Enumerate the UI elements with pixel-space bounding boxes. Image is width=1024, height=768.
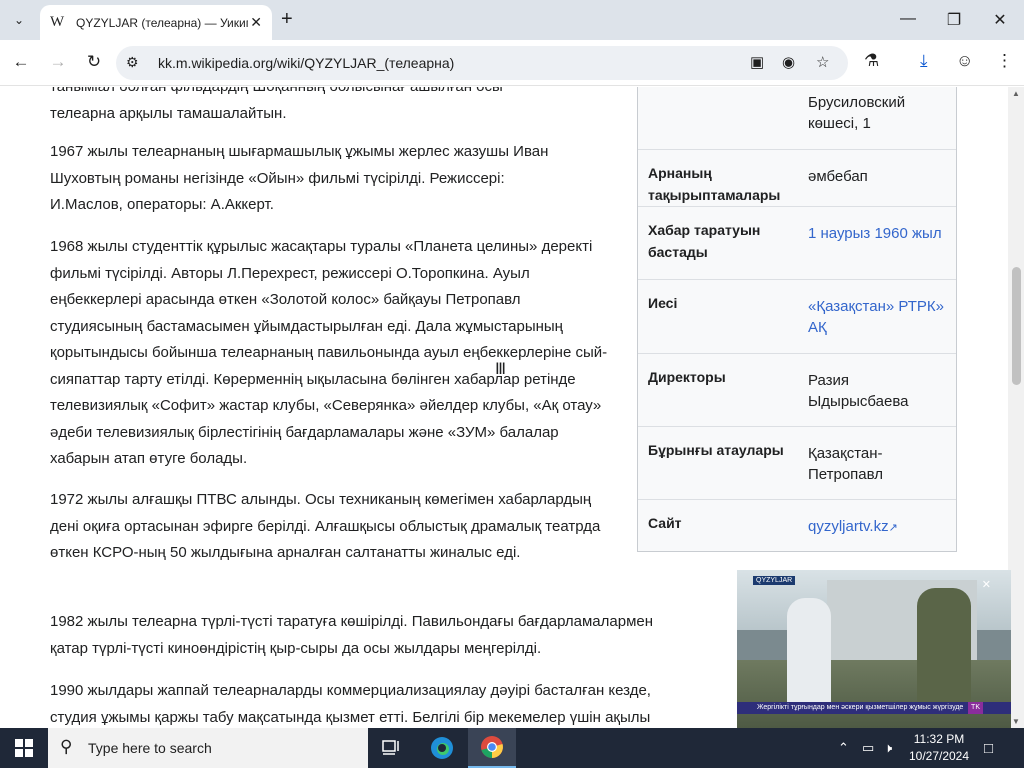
url-text[interactable]: kk.m.wikipedia.org/wiki/QYZYLJAR_(телеар…: [158, 55, 454, 71]
reload-icon[interactable]: ↻: [83, 52, 105, 72]
flask-icon[interactable]: ⚗: [864, 51, 879, 71]
taskbar-search-box[interactable]: ⚲ Type here to search: [48, 728, 368, 768]
search-icon: ⚲: [60, 737, 73, 756]
chevron-down-icon[interactable]: ⌄: [6, 7, 32, 33]
restore-icon[interactable]: ❐: [944, 10, 964, 30]
article-paragraph-1990: 1990 жылдары жаппай телеарналарды коммер…: [50, 678, 690, 728]
channel-tag: QYZYLJAR: [753, 576, 796, 585]
infobox-row: Бұрынғы атаулары Қазақстан-Петропавл: [638, 426, 956, 499]
infobox-row: Сайт qyzyljartv.kz↗: [638, 499, 956, 551]
close-window-icon[interactable]: ✕: [990, 10, 1010, 30]
search-placeholder: Type here to search: [88, 740, 212, 756]
close-tab-icon[interactable]: ✕: [250, 14, 262, 31]
network-icon[interactable]: ▭: [862, 740, 874, 756]
infobox-row: Хабар таратуын бастады 1 наурыз 1960 жыл: [638, 206, 956, 279]
channel-badge: TK: [968, 702, 983, 714]
browser-toolbar: ← → ↻ ⚙ kk.m.wikipedia.org/wiki/QYZYLJAR…: [0, 40, 1024, 86]
infobox-label: Арнаның тақырыптамалары: [648, 165, 781, 203]
scrollbar-thumb[interactable]: [1012, 267, 1021, 385]
kebab-menu-icon[interactable]: ⋮: [996, 51, 1013, 71]
paragraph: 1990 жылдары жаппай телеарналарды коммер…: [50, 682, 651, 726]
paragraph: телеарна арқылы тамашалайтын.: [50, 104, 287, 122]
infobox-label: [638, 87, 798, 149]
eye-off-icon[interactable]: ◉: [782, 53, 795, 71]
article-paragraph-1982: 1982 жылы телеарна түрлі-түсті таратуға …: [50, 609, 690, 662]
tab-strip: ⌄ W QYZYLJAR (телеарна) — Уикипедия ✕ + …: [0, 0, 1024, 40]
infobox-label: Иесі: [648, 295, 678, 311]
infobox-link[interactable]: «Қазақстан» РТРК» АҚ: [798, 280, 956, 353]
article-paragraph-1967: 1967 жылы телеарнаның шығармашылық ұжымы…: [50, 139, 580, 219]
task-view-icon[interactable]: [368, 728, 416, 768]
windows-logo-icon[interactable]: [0, 728, 48, 768]
system-clock[interactable]: 11:32 PM 10/27/2024: [906, 731, 972, 765]
infobox-label: Сайт: [648, 515, 682, 531]
minimize-icon[interactable]: —: [898, 10, 918, 28]
volume-muted-icon[interactable]: 🕨: [884, 740, 892, 756]
picture-in-picture-video[interactable]: QYZYLJAR ✕ Жергілікті тұрғындар мен әске…: [737, 570, 1011, 728]
infobox-value: Разия Ыдырысбаева: [808, 372, 909, 410]
browser-tab[interactable]: W QYZYLJAR (телеарна) — Уикипедия ✕: [40, 5, 272, 40]
windows-taskbar: ⚲ Type here to search ⌃ ▭ 🕨 11:32 PM 10/…: [0, 728, 1024, 768]
infobox-row: Директоры Разия Ыдырысбаева: [638, 353, 956, 426]
infobox-value: Қазақстан-Петропавл: [808, 445, 884, 483]
clock-time: 11:32 PM: [913, 732, 965, 746]
install-app-icon[interactable]: ▣: [750, 53, 764, 71]
infobox-row-address: Брусиловский көшесі, 1: [638, 87, 956, 149]
star-icon[interactable]: ☆: [816, 53, 829, 71]
scroll-down-arrow-icon[interactable]: ▼: [1012, 717, 1020, 726]
scroll-up-arrow-icon[interactable]: ▲: [1012, 89, 1020, 98]
paragraph-partial: таныміал болған фільдардің Шоқанның болы…: [50, 87, 620, 101]
edge-browser-icon[interactable]: [418, 728, 466, 768]
address-bar[interactable]: ⚙ kk.m.wikipedia.org/wiki/QYZYLJAR_(теле…: [116, 46, 848, 80]
article-top-partial: таныміал болған фільдардің Шоқанның болы…: [50, 87, 690, 127]
paragraph: 1967 жылы телеарнаның шығармашылық ұжымы…: [50, 143, 549, 213]
text-cursor-icon: Ⅲ: [495, 361, 507, 378]
infobox-label: Хабар таратуын бастады: [648, 222, 761, 260]
site-link[interactable]: qyzyljartv.kz: [808, 518, 889, 535]
close-pip-icon[interactable]: ✕: [982, 578, 991, 591]
back-arrow-icon[interactable]: ←: [10, 52, 32, 72]
forward-arrow-icon[interactable]: →: [47, 52, 69, 72]
external-link-icon: ↗: [888, 522, 898, 534]
infobox-row: Арнаның тақырыптамалары әмбебап: [638, 149, 956, 206]
article-paragraph-1968: 1968 жылы студенттік құрылыс жасақтары т…: [50, 234, 610, 473]
infobox-value-address: Брусиловский көшесі, 1: [798, 87, 956, 149]
address-line: Брусиловский: [808, 94, 906, 111]
download-icon[interactable]: ⤓: [920, 51, 928, 71]
notifications-icon[interactable]: □: [984, 740, 993, 757]
infobox-value: әмбебап: [808, 168, 868, 185]
wikipedia-favicon: W: [50, 14, 65, 30]
article-paragraph-1972: 1972 жылы алғашқы ПТВС алынды. Осы техни…: [50, 487, 610, 567]
address-line: көшесі, 1: [808, 115, 871, 132]
chrome-browser-icon[interactable]: [468, 728, 516, 768]
profile-icon[interactable]: ☺: [956, 51, 973, 71]
tune-icon[interactable]: ⚙: [126, 54, 139, 71]
infobox-label: Директоры: [648, 369, 726, 385]
tab-title: QYZYLJAR (телеарна) — Уикипедия: [76, 15, 248, 30]
paragraph: 1968 жылы студенттік құрылыс жасақтары т…: [50, 238, 608, 467]
chevron-up-icon[interactable]: ⌃: [838, 740, 849, 756]
infobox-row: Иесі «Қазақстан» РТРК» АҚ: [638, 279, 956, 353]
new-tab-icon[interactable]: +: [281, 8, 293, 31]
infobox-label: Бұрынғы атаулары: [648, 442, 784, 458]
infobox: Брусиловский көшесі, 1 Арнаның тақырыпта…: [637, 87, 957, 552]
infobox-link[interactable]: 1 наурыз 1960 жыл: [798, 207, 956, 279]
paragraph: 1982 жылы телеарна түрлі-түсті таратуға …: [50, 613, 654, 657]
clock-date: 10/27/2024: [908, 749, 970, 763]
infobox-link-site[interactable]: qyzyljartv.kz↗: [798, 500, 956, 551]
paragraph: 1972 жылы алғашқы ПТВС алынды. Осы техни…: [50, 491, 601, 561]
